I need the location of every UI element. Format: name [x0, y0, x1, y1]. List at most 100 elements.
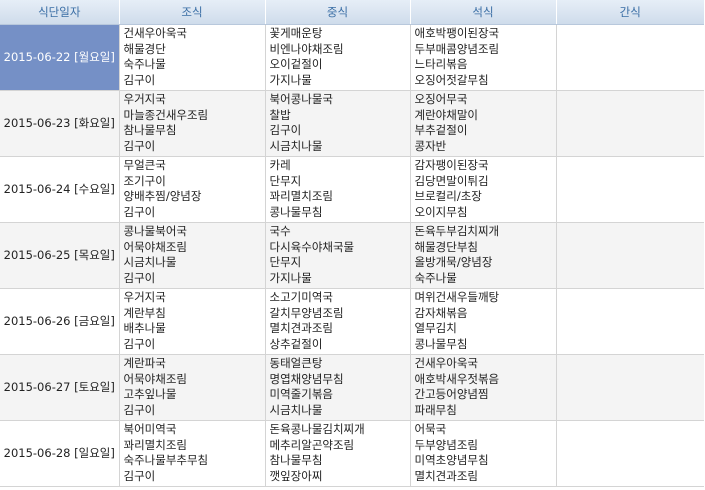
snack-cell: [556, 222, 704, 289]
menu-item: 참나물무침: [123, 123, 177, 137]
menu-item: 오징어젓갈무침: [414, 72, 489, 87]
menu-item: 가지나물: [269, 270, 312, 285]
menu-item: 카레: [269, 158, 291, 172]
menu-item: 단무지: [269, 173, 302, 188]
menu-item: 올방개묵/양념장: [414, 255, 493, 269]
menu-item: 오이겉절이: [269, 57, 323, 71]
date-cell[interactable]: 2015-06-25 [목요일]: [0, 222, 120, 289]
menu-item: 깻잎장아찌: [269, 468, 323, 483]
menu-item: 감자팽이된장국: [414, 158, 489, 172]
menu-item: 북어미역국: [123, 422, 177, 436]
menu-item: 미역줄기볶음: [269, 387, 333, 401]
menu-item: 느타리볶음: [414, 57, 468, 71]
menu-item: 마늘종건새우조림: [123, 107, 209, 122]
menu-item: 파래무침: [414, 402, 457, 417]
menu-item: 김구이: [123, 138, 156, 153]
menu-item: 해물경단: [123, 41, 166, 56]
menu-item: 며위건새우들깨탕: [414, 290, 500, 304]
menu-item: 멸치견과조림: [414, 468, 478, 483]
table-row[interactable]: 2015-06-26 [금요일] 우거지국 계란부침 배추나물 김구이 소고기미역국 갈치무…: [0, 288, 704, 355]
snack-cell: [556, 354, 704, 421]
menu-item: 어묵야채조림: [123, 371, 187, 386]
menu-item: 국수: [269, 224, 291, 238]
menu-item: 갈치무양념조림: [269, 305, 344, 320]
dinner-cell: 애호박팽이된장국 두부매콤양념조림 느타리볶음 오징어젓갈무침: [410, 24, 557, 91]
menu-item: 미역초양념무침: [414, 453, 489, 467]
date-cell[interactable]: 2015-06-23 [화요일]: [0, 90, 120, 157]
dinner-cell: 건새우아욱국 애호박새우젓볶음 간고등어양념찜 파래무침: [410, 354, 557, 421]
snack-cell: [556, 24, 704, 91]
menu-item: 멸치견과조림: [269, 321, 333, 335]
lunch-cell: 돈육콩나물김치찌개 메추리알곤약조림 참나물무침 깻잎장아찌: [265, 420, 411, 487]
menu-item: 꽈리멸치조림: [123, 437, 187, 452]
date-cell[interactable]: 2015-06-28 [일요일]: [0, 420, 120, 487]
breakfast-cell: 우거지국 마늘종건새우조림 참나물무침 김구이: [119, 90, 266, 157]
header-date[interactable]: 식단일자: [0, 0, 120, 25]
date-cell[interactable]: 2015-06-27 [토요일]: [0, 354, 120, 421]
menu-item: 콩나물무침: [414, 336, 468, 351]
dinner-cell: 돈육두부김치찌개 해물경단부침 올방개묵/양념장 숙주나물: [410, 222, 557, 289]
menu-item: 배추나물: [123, 321, 166, 335]
breakfast-cell: 북어미역국 꽈리멸치조림 숙주나물부추무침 김구이: [119, 420, 266, 487]
header-dinner[interactable]: 석식: [410, 0, 557, 25]
date-cell[interactable]: 2015-06-24 [수요일]: [0, 156, 120, 223]
header-snack[interactable]: 간식: [556, 0, 704, 25]
menu-item: 콩나물북어국: [123, 224, 187, 238]
menu-item: 숙주나물: [414, 270, 457, 285]
menu-item: 콩나물무침: [269, 204, 323, 219]
menu-item: 메추리알곤약조림: [269, 437, 355, 452]
menu-item: 다시육수야채국물: [269, 239, 355, 254]
menu-item: 조기구이: [123, 173, 166, 188]
breakfast-cell: 콩나물북어국 어묵야채조림 시금치나물 김구이: [119, 222, 266, 289]
table-row[interactable]: 2015-06-27 [토요일] 계란파국 어묵야채조림 고추잎나물 김구이 동태얼큰탕 명…: [0, 354, 704, 421]
menu-item: 두부매콤양념조림: [414, 41, 500, 56]
menu-item: 김구이: [123, 204, 156, 219]
table-row[interactable]: 2015-06-24 [수요일] 무얼큰국 조기구이 양배추찜/양념장 김구이 카레 단무지…: [0, 156, 704, 223]
menu-item: 김당면말이튀김: [414, 173, 489, 188]
snack-cell: [556, 288, 704, 355]
menu-item: 시금치나물: [123, 255, 177, 269]
table-body: 2015-06-22 [월요일] 건새우아욱국 해물경단 숙주나물 김구이 꽃게매운탕 비엔…: [0, 24, 704, 487]
breakfast-cell: 무얼큰국 조기구이 양배추찜/양념장 김구이: [119, 156, 266, 223]
lunch-cell: 동태얼큰탕 명엽채양념무침 미역줄기볶음 시금치나물: [265, 354, 411, 421]
header-lunch[interactable]: 중식: [265, 0, 411, 25]
menu-item: 두부양념조림: [414, 437, 478, 452]
menu-item: 양배추찜/양념장: [123, 189, 202, 203]
menu-item: 북어콩나물국: [269, 92, 333, 106]
table-row[interactable]: 2015-06-25 [목요일] 콩나물북어국 어묵야채조림 시금치나물 김구이 국수 다시…: [0, 222, 704, 289]
menu-item: 오징어무국: [414, 92, 468, 106]
table-header-row: 식단일자 조식 중식 석식 간식: [0, 0, 704, 25]
lunch-cell: 북어콩나물국 찰밥 김구이 시금치나물: [265, 90, 411, 157]
lunch-cell: 국수 다시육수야채국물 단무지 가지나물: [265, 222, 411, 289]
menu-item: 김구이: [123, 402, 156, 417]
table-row[interactable]: 2015-06-22 [월요일] 건새우아욱국 해물경단 숙주나물 김구이 꽃게매운탕 비엔…: [0, 24, 704, 91]
menu-item: 시금치나물: [269, 138, 323, 153]
menu-item: 김구이: [123, 270, 156, 285]
menu-item: 브로컬리/초장: [414, 189, 482, 203]
breakfast-cell: 건새우아욱국 해물경단 숙주나물 김구이: [119, 24, 266, 91]
breakfast-cell: 계란파국 어묵야채조림 고추잎나물 김구이: [119, 354, 266, 421]
menu-item: 열무김치: [414, 321, 457, 335]
snack-cell: [556, 156, 704, 223]
menu-item: 계란부침: [123, 305, 166, 320]
menu-item: 참나물무침: [269, 453, 323, 467]
menu-item: 계란파국: [123, 356, 166, 370]
snack-cell: [556, 420, 704, 487]
menu-item: 숙주나물부추무침: [123, 453, 209, 467]
header-breakfast[interactable]: 조식: [119, 0, 266, 25]
date-cell[interactable]: 2015-06-22 [월요일]: [0, 24, 120, 91]
menu-item: 건새우아욱국: [123, 26, 187, 40]
menu-item: 애호박팽이된장국: [414, 26, 500, 40]
menu-item: 계란야채말이: [414, 107, 478, 122]
menu-item: 가지나물: [269, 72, 312, 87]
menu-item: 돈육콩나물김치찌개: [269, 422, 365, 436]
menu-item: 김구이: [123, 72, 156, 87]
menu-item: 어묵야채조림: [123, 239, 187, 254]
lunch-cell: 꽃게매운탕 비엔나야채조림 오이겉절이 가지나물: [265, 24, 411, 91]
table-row[interactable]: 2015-06-23 [화요일] 우거지국 마늘종건새우조림 참나물무침 김구이 북어콩나…: [0, 90, 704, 157]
date-cell[interactable]: 2015-06-26 [금요일]: [0, 288, 120, 355]
table-row[interactable]: 2015-06-28 [일요일] 북어미역국 꽈리멸치조림 숙주나물부추무침 김구이 돈육…: [0, 420, 704, 487]
breakfast-cell: 우거지국 계란부침 배추나물 김구이: [119, 288, 266, 355]
menu-item: 간고등어양념찜: [414, 387, 489, 401]
dinner-cell: 며위건새우들깨탕 감자채볶음 열무김치 콩나물무침: [410, 288, 557, 355]
